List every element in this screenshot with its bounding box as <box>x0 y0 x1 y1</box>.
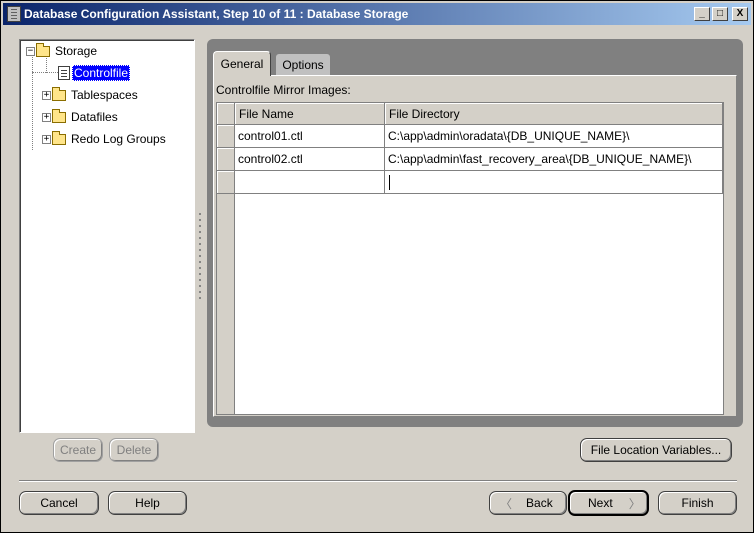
dbca-window: Database Configuration Assistant, Step 1… <box>0 0 754 533</box>
next-label: Next <box>588 496 613 510</box>
folder-icon <box>52 108 66 123</box>
column-header-file-directory[interactable]: File Directory <box>385 103 723 125</box>
cell-file-name[interactable]: control01.ctl <box>235 125 385 148</box>
cancel-button[interactable]: Cancel <box>19 491 99 515</box>
file-location-variables-button[interactable]: File Location Variables... <box>580 438 732 462</box>
controlfile-table: File Name File Directory control01.ctl C… <box>216 102 724 415</box>
tree-node-datafiles[interactable]: + Datafiles <box>42 108 120 126</box>
expand-icon[interactable]: + <box>42 112 51 122</box>
expand-icon[interactable]: + <box>42 134 51 144</box>
next-arrow-icon: 〉 <box>628 496 641 511</box>
back-button[interactable]: 〈 Back <box>489 491 567 515</box>
table-corner <box>217 103 235 125</box>
splitter-handle[interactable] <box>198 211 202 299</box>
expand-icon[interactable]: + <box>42 90 51 100</box>
tree-node-tablespaces[interactable]: + Tablespaces <box>42 86 140 104</box>
text-caret <box>389 174 390 190</box>
tree-node-controlfile[interactable]: Controlfile <box>58 64 131 82</box>
finish-button[interactable]: Finish <box>658 491 737 515</box>
tree-label: Datafiles <box>71 110 118 124</box>
maximize-button[interactable]: □ <box>712 7 728 21</box>
cell-file-directory[interactable]: C:\app\admin\fast_recovery_area\{DB_UNIQ… <box>385 148 723 171</box>
folder-icon <box>52 86 66 101</box>
create-button[interactable]: Create <box>53 438 103 462</box>
back-label: Back <box>526 496 553 510</box>
back-arrow-icon: 〈 <box>500 496 513 511</box>
row-header[interactable] <box>217 171 235 194</box>
tree-node-storage[interactable]: − Storage <box>26 42 99 60</box>
tree-label: Controlfile <box>72 65 131 81</box>
close-button[interactable]: X <box>732 7 748 21</box>
window-title: Database Configuration Assistant, Step 1… <box>24 7 409 21</box>
row-header[interactable] <box>217 148 235 171</box>
delete-button[interactable]: Delete <box>109 438 159 462</box>
column-header-file-name[interactable]: File Name <box>235 103 385 125</box>
cell-file-directory[interactable]: C:\app\admin\oradata\{DB_UNIQUE_NAME}\ <box>385 125 723 148</box>
title-bar[interactable]: Database Configuration Assistant, Step 1… <box>3 3 751 25</box>
next-button[interactable]: Next 〉 <box>568 490 649 516</box>
tree-connector <box>32 54 33 150</box>
controlfile-mirror-caption: Controlfile Mirror Images: <box>216 83 351 97</box>
tree-node-redo-log-groups[interactable]: + Redo Log Groups <box>42 130 168 148</box>
help-button[interactable]: Help <box>108 491 187 515</box>
tree-label: Storage <box>55 44 98 58</box>
row-header[interactable] <box>217 125 235 148</box>
folder-icon <box>36 42 50 57</box>
footer-separator <box>19 480 737 482</box>
tab-general[interactable]: General <box>213 51 271 76</box>
collapse-icon[interactable]: − <box>26 46 35 56</box>
cell-file-name[interactable]: control02.ctl <box>235 148 385 171</box>
minimize-button[interactable]: _ <box>694 7 710 21</box>
storage-tree: − Storage Controlfile + Tablespaces + Da… <box>19 39 195 433</box>
row-header-fill <box>217 194 235 414</box>
controlfile-icon <box>58 66 70 80</box>
tree-label: Redo Log Groups <box>71 132 166 146</box>
tree-label: Tablespaces <box>71 88 138 102</box>
tree-connector <box>32 72 58 73</box>
folder-icon <box>52 130 66 145</box>
cell-file-directory-editing[interactable] <box>385 171 723 194</box>
app-icon <box>7 6 21 22</box>
cell-file-name[interactable] <box>235 171 385 194</box>
tab-options[interactable]: Options <box>275 53 331 75</box>
